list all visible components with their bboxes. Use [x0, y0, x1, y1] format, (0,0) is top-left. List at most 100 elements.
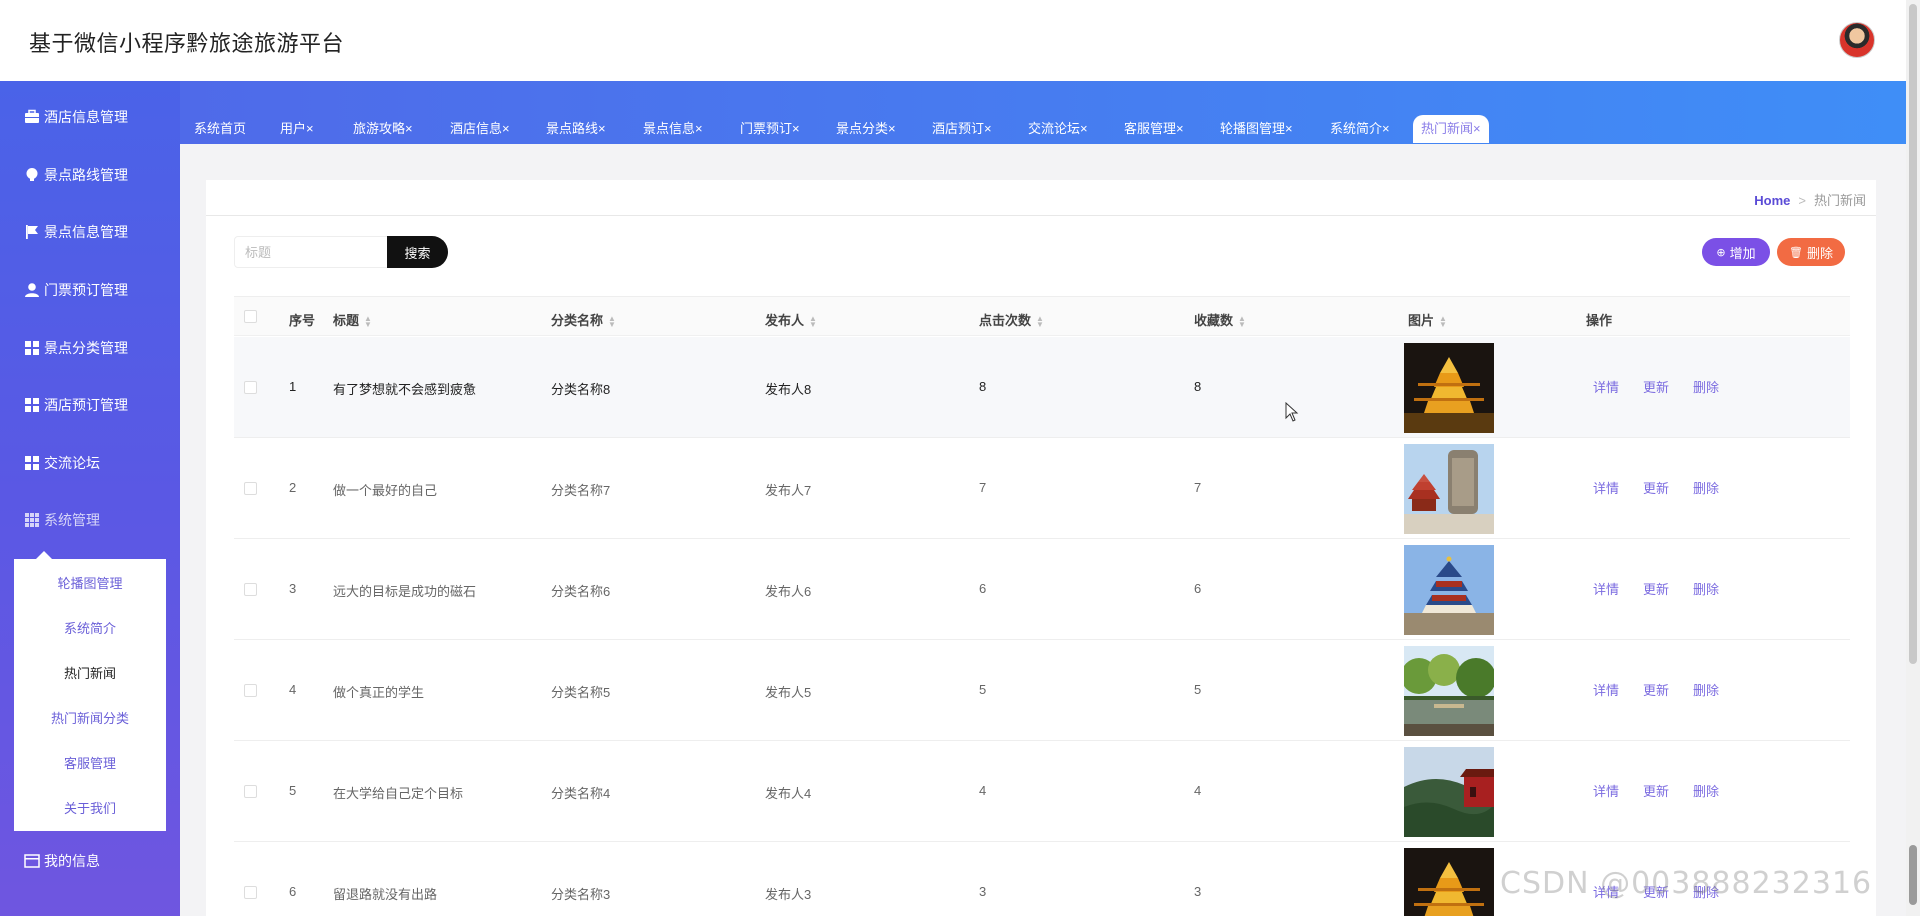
row-checkbox[interactable] — [244, 583, 257, 596]
cell-favorites: 4 — [1194, 783, 1202, 798]
tab-forum[interactable]: 交流论坛× — [1020, 115, 1096, 143]
row-detail-link[interactable]: 详情 — [1593, 680, 1619, 699]
tab-users[interactable]: 用户× — [272, 115, 322, 143]
breadcrumb-separator: > — [1798, 193, 1806, 208]
cell-category: 分类名称7 — [551, 483, 611, 498]
news-thumbnail[interactable] — [1404, 646, 1494, 736]
tab-scenic-route[interactable]: 景点路线× — [538, 115, 614, 143]
tab-intro[interactable]: 系统简介× — [1322, 115, 1398, 143]
submenu-item-carousel[interactable]: 轮播图管理 — [14, 573, 166, 592]
tab-travel-guide[interactable]: 旅游攻略× — [345, 115, 421, 143]
row-detail-link[interactable]: 详情 — [1593, 579, 1619, 598]
row-checkbox[interactable] — [244, 886, 257, 899]
add-button[interactable]: ⊕ 增加 — [1702, 238, 1770, 266]
flag-icon — [24, 224, 40, 240]
row-detail-link[interactable]: 详情 — [1593, 377, 1619, 396]
submenu-item-service[interactable]: 客服管理 — [14, 753, 166, 772]
sidebar-item-label: 景点路线管理 — [44, 167, 128, 183]
select-all-checkbox[interactable] — [244, 310, 257, 323]
submenu-item-intro[interactable]: 系统简介 — [14, 618, 166, 637]
sidebar-item-scenic-info[interactable]: 景点信息管理 — [0, 212, 180, 252]
sidebar-item-scenic-category[interactable]: 景点分类管理 — [0, 328, 180, 368]
table-row[interactable]: 5 在大学给自己定个目标 分类名称4 发布人4 4 4 详情 更新 删除 — [234, 741, 1850, 842]
grid-icon — [24, 397, 40, 413]
cell-title: 在大学给自己定个目标 — [333, 786, 464, 801]
scrollbar-thumb-lower[interactable] — [1909, 845, 1917, 905]
system-submenu: 轮播图管理 系统简介 热门新闻 热门新闻分类 客服管理 关于我们 — [14, 551, 166, 831]
row-update-link[interactable]: 更新 — [1643, 377, 1669, 396]
add-button-label: 增加 — [1729, 245, 1756, 261]
submenu-item-news-category[interactable]: 热门新闻分类 — [14, 708, 166, 727]
column-header-title[interactable]: 标题 ▲ ▼ — [333, 310, 372, 329]
row-delete-link[interactable]: 删除 — [1693, 680, 1719, 699]
breadcrumb-home[interactable]: Home — [1754, 193, 1790, 208]
sort-icon: ▲ ▼ — [364, 313, 372, 329]
row-delete-link[interactable]: 删除 — [1693, 579, 1719, 598]
row-update-link[interactable]: 更新 — [1643, 579, 1669, 598]
news-thumbnail[interactable] — [1404, 343, 1494, 433]
table-row[interactable]: 4 做个真正的学生 分类名称5 发布人5 5 5 详情 更新 删除 — [234, 640, 1850, 741]
submenu-item-hot-news[interactable]: 热门新闻 — [14, 663, 166, 682]
news-thumbnail[interactable] — [1404, 545, 1494, 635]
avatar[interactable] — [1839, 22, 1875, 58]
cell-category: 分类名称3 — [551, 887, 611, 902]
column-header-clicks[interactable]: 点击次数 ▲ ▼ — [979, 310, 1044, 329]
sidebar-item-forum[interactable]: 交流论坛 — [0, 443, 180, 483]
row-checkbox[interactable] — [244, 785, 257, 798]
sidebar-item-route[interactable]: 景点路线管理 — [0, 155, 180, 195]
row-detail-link[interactable]: 详情 — [1593, 478, 1619, 497]
sidebar-item-system[interactable]: 系统管理 — [0, 500, 180, 540]
row-delete-link[interactable]: 删除 — [1693, 478, 1719, 497]
row-update-link[interactable]: 更新 — [1643, 781, 1669, 800]
search-button[interactable]: 搜索 — [387, 236, 448, 268]
sidebar-item-hotel-info[interactable]: 酒店信息管理 — [0, 97, 180, 137]
cell-clicks: 3 — [979, 884, 987, 899]
cell-publisher: 发布人6 — [765, 584, 812, 599]
tab-service[interactable]: 客服管理× — [1116, 115, 1192, 143]
column-header-publisher[interactable]: 发布人 ▲ ▼ — [765, 310, 817, 329]
user-icon — [24, 282, 40, 298]
page-scrollbar[interactable] — [1906, 0, 1920, 916]
row-update-link[interactable]: 更新 — [1643, 680, 1669, 699]
tab-home[interactable]: 系统首页 — [186, 115, 254, 143]
column-header-favorites[interactable]: 收藏数 ▲ ▼ — [1194, 310, 1246, 329]
tab-scenic-category[interactable]: 景点分类× — [828, 115, 904, 143]
tab-scenic-info[interactable]: 景点信息× — [635, 115, 711, 143]
tab-hot-news[interactable]: 热门新闻× — [1413, 115, 1489, 143]
row-checkbox[interactable] — [244, 381, 257, 394]
table-header: 序号 标题 ▲ ▼ 分类名称 ▲ ▼ 发布人 ▲ ▼ 点击次数 ▲ ▼ 收藏数 ▲ ▼ 图片 ▲ ▼ 操… — [234, 296, 1850, 336]
table-row[interactable]: 3 远大的目标是成功的磁石 分类名称6 发布人6 6 6 详情 更新 删除 — [234, 539, 1850, 640]
sidebar-item-my-info[interactable]: 我的信息 — [0, 841, 180, 881]
cell-publisher: 发布人3 — [765, 887, 812, 902]
sidebar-item-hotel-booking[interactable]: 酒店预订管理 — [0, 385, 180, 425]
news-thumbnail[interactable] — [1404, 848, 1494, 916]
row-checkbox[interactable] — [244, 684, 257, 697]
row-detail-link[interactable]: 详情 — [1593, 781, 1619, 800]
tab-carousel[interactable]: 轮播图管理× — [1212, 115, 1301, 143]
row-checkbox[interactable] — [244, 482, 257, 495]
sort-icon: ▲ ▼ — [608, 313, 616, 329]
breadcrumb: Home > 热门新闻 — [1754, 190, 1866, 209]
news-thumbnail[interactable] — [1404, 444, 1494, 534]
column-header-label: 发布人 — [765, 313, 805, 328]
table-row[interactable]: 1 有了梦想就不会感到疲惫 分类名称8 发布人8 8 8 详情 更新 删除 — [234, 337, 1850, 438]
column-header-image[interactable]: 图片 ▲ ▼ — [1408, 310, 1447, 329]
table-row[interactable]: 2 做一个最好的自己 分类名称7 发布人7 7 7 详情 更新 删除 — [234, 438, 1850, 539]
sidebar-item-ticket[interactable]: 门票预订管理 — [0, 270, 180, 310]
tab-hotel-booking[interactable]: 酒店预订× — [924, 115, 1000, 143]
watermark: CSDN @003888232316 — [1500, 866, 1873, 901]
cell-favorites: 3 — [1194, 884, 1202, 899]
column-header-category[interactable]: 分类名称 ▲ ▼ — [551, 310, 616, 329]
delete-button[interactable]: 🗑 删除 — [1777, 238, 1845, 266]
news-thumbnail[interactable] — [1404, 747, 1494, 837]
scrollbar-thumb[interactable] — [1909, 4, 1917, 664]
cell-no: 4 — [289, 682, 297, 697]
row-delete-link[interactable]: 删除 — [1693, 377, 1719, 396]
cell-clicks: 7 — [979, 480, 987, 495]
row-delete-link[interactable]: 删除 — [1693, 781, 1719, 800]
submenu-item-about[interactable]: 关于我们 — [14, 798, 166, 817]
title-search-input[interactable] — [234, 236, 389, 268]
row-update-link[interactable]: 更新 — [1643, 478, 1669, 497]
tab-ticket[interactable]: 门票预订× — [732, 115, 808, 143]
tab-hotel-info[interactable]: 酒店信息× — [442, 115, 518, 143]
